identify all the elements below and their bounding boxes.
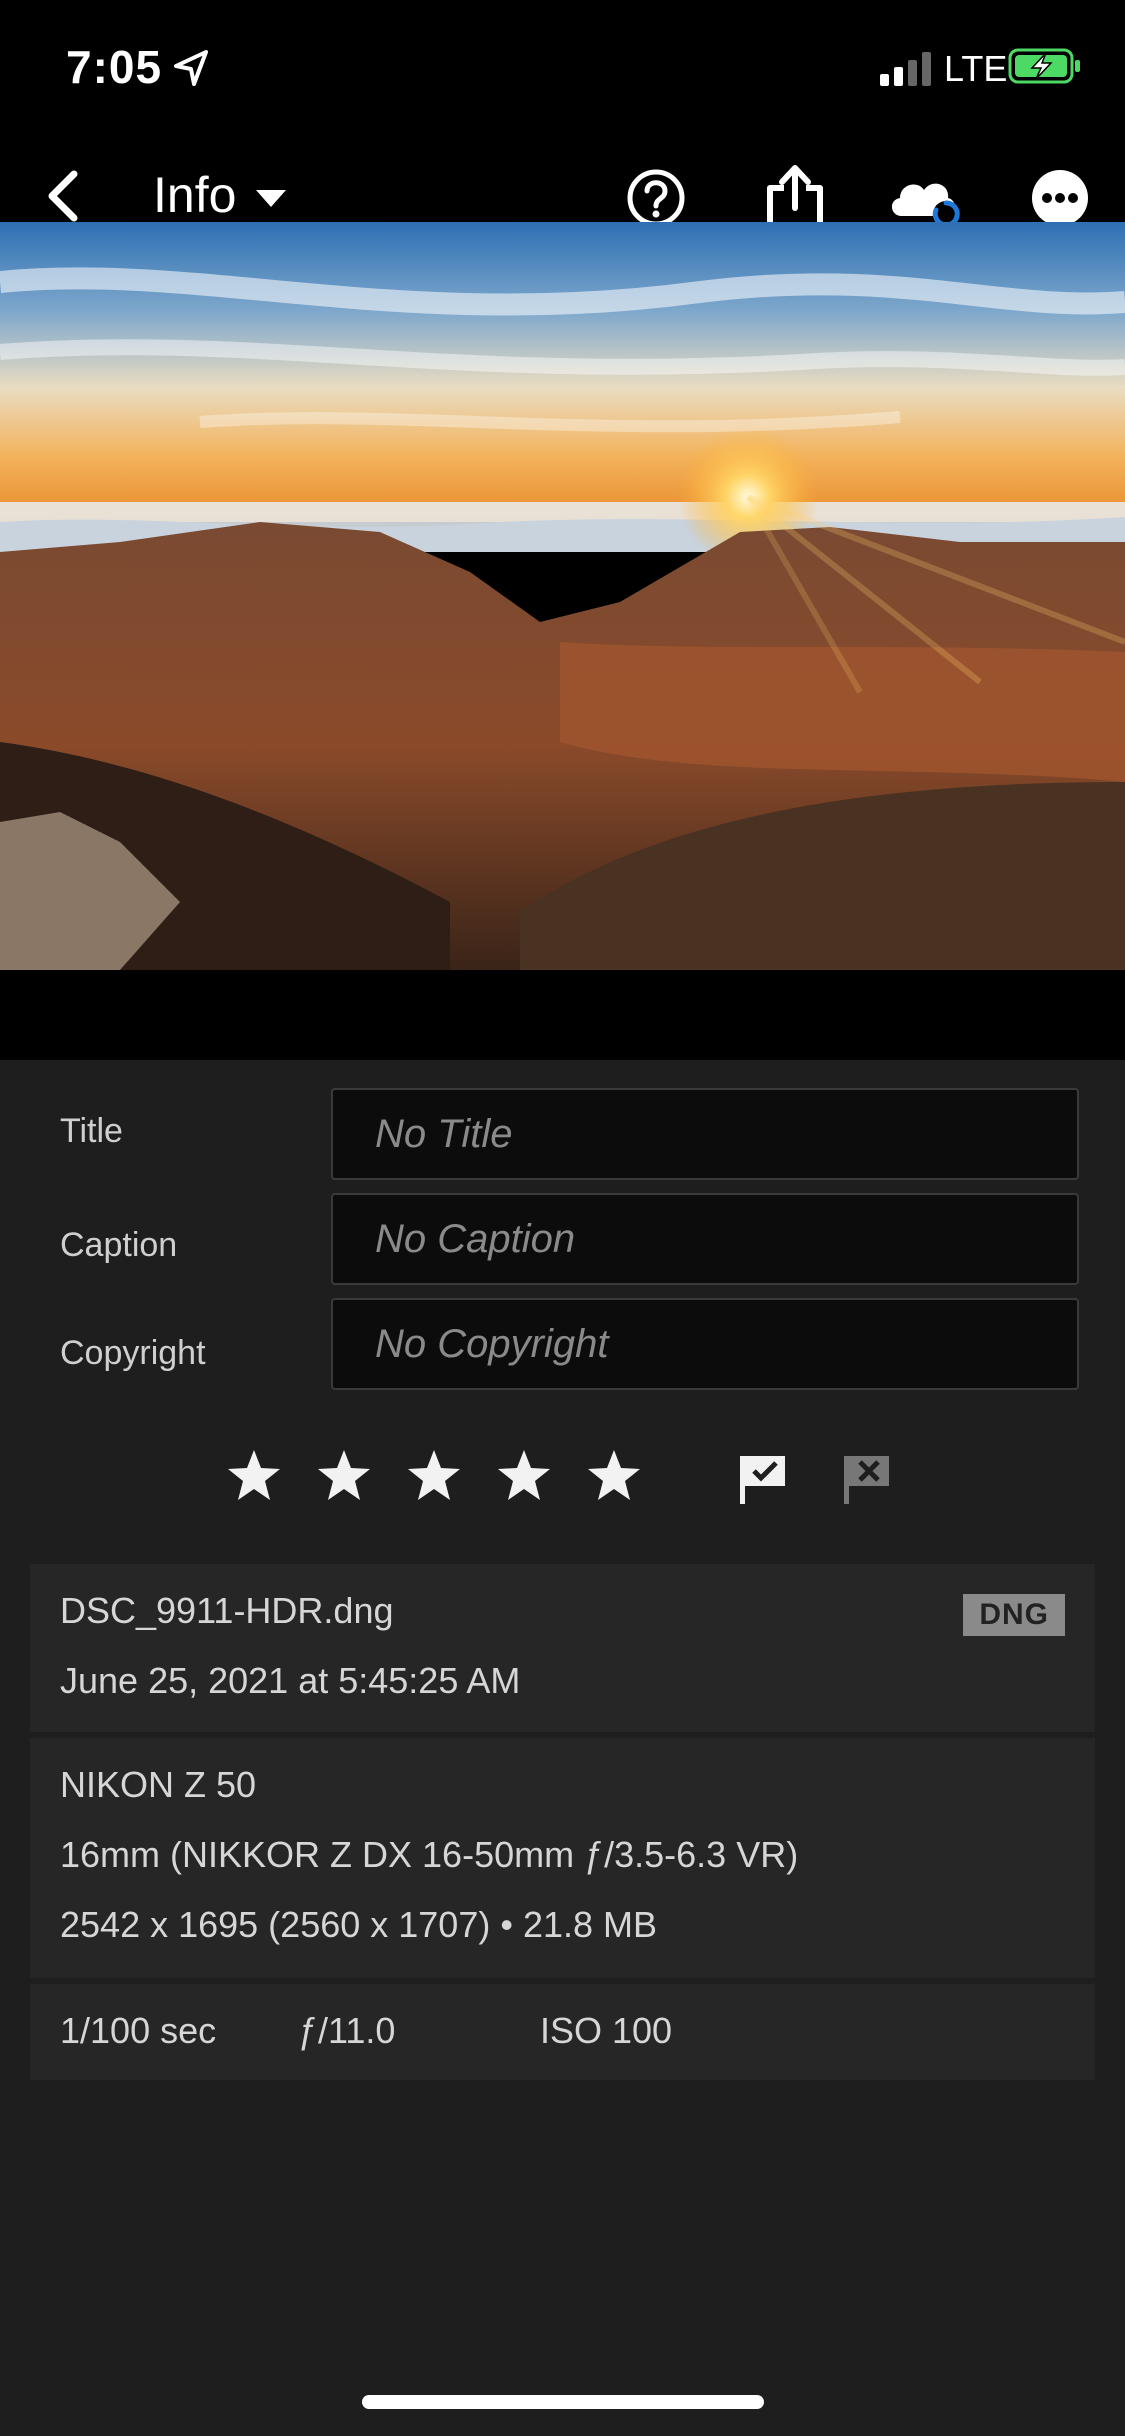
star-1-icon[interactable] [226,1448,282,1509]
file-name: DSC_9911-HDR.dng [60,1590,394,1631]
aperture: ƒ/11.0 [298,2010,396,2051]
title-input[interactable] [333,1090,1077,1178]
exposure-info-card: 1/100 sec ƒ/11.0 ISO 100 [30,1984,1095,2080]
iso: ISO 100 [540,2010,673,2051]
status-time: 7:05 [66,41,163,93]
home-indicator[interactable] [362,2395,764,2409]
file-info-card: DSC_9911-HDR.dng June 25, 2021 at 5:45:2… [30,1564,1095,1732]
star-2-icon[interactable] [316,1448,372,1509]
status-bar: 7:05 LTE [0,0,1125,140]
camera-model: NIKON Z 50 [60,1764,257,1805]
panel-title[interactable]: Info [153,166,236,224]
signal-icon [880,52,932,91]
title-label: Title [60,1112,123,1150]
photo-preview[interactable] [0,222,1125,970]
back-chevron-icon[interactable] [46,170,80,227]
caption-label: Caption [60,1226,178,1264]
lens-info: 16mm (NIKKOR Z DX 16-50mm ƒ/3.5-6.3 VR) [60,1834,799,1875]
image-dimensions: 2542 x 1695 (2560 x 1707) • 21.8 MB [60,1904,658,1945]
star-3-icon[interactable] [406,1448,462,1509]
copyright-label: Copyright [60,1334,206,1372]
rating-row [0,1440,1125,1520]
camera-info-card: NIKON Z 50 16mm (NIKKOR Z DX 16-50mm ƒ/3… [30,1738,1095,1978]
photo-preview-area [0,222,1125,1060]
capture-date: June 25, 2021 at 5:45:25 AM [60,1660,521,1701]
title-field[interactable] [331,1088,1079,1180]
caption-field[interactable] [331,1193,1079,1285]
caret-down-icon[interactable] [256,190,286,213]
flag-pick-icon[interactable] [738,1454,788,1511]
shutter-speed: 1/100 sec [60,2010,217,2051]
location-arrow-icon [172,48,212,93]
battery-charging-icon [1008,48,1082,89]
flag-reject-icon[interactable] [842,1454,892,1511]
network-type: LTE [944,48,1008,89]
copyright-input[interactable] [333,1300,1077,1388]
star-4-icon[interactable] [496,1448,552,1509]
star-5-icon[interactable] [586,1448,642,1509]
copyright-field[interactable] [331,1298,1079,1390]
top-nav-bar: Info [0,140,1125,229]
format-badge: DNG [963,1594,1065,1636]
caption-input[interactable] [333,1195,1077,1283]
